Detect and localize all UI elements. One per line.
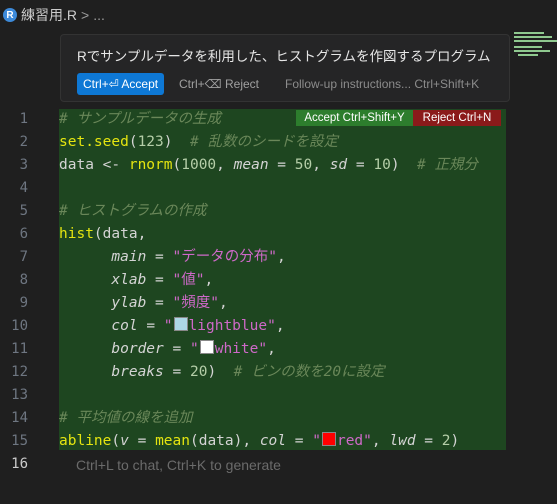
r-file-icon: R — [3, 8, 17, 22]
function-name: mean — [155, 433, 190, 449]
number-literal: 20 — [189, 364, 208, 380]
accept-diff-button[interactable]: Accept Ctrl+Shift+Y — [296, 110, 413, 126]
code-line[interactable]: breaks = 20) # ビンの数を20に設定 — [59, 361, 385, 384]
code-line[interactable]: ylab = "頻度", — [59, 292, 227, 315]
line-number: 14 — [11, 410, 28, 426]
line-number: 9 — [19, 295, 28, 311]
argument: data, — [102, 226, 147, 242]
line-number-active: 16 — [11, 456, 28, 472]
code-line[interactable]: hist(data, — [59, 223, 146, 246]
code-line[interactable]: # サンプルデータの生成 — [59, 108, 221, 131]
line-number: 13 — [11, 387, 28, 403]
param-name: lwd — [389, 433, 416, 449]
param-name: border — [111, 341, 164, 357]
param-name: v — [120, 433, 129, 449]
function-name: rnorm — [128, 157, 173, 173]
line-number: 15 — [11, 433, 28, 449]
breadcrumb-separator: > — [81, 7, 90, 23]
string-literal: red — [336, 433, 364, 449]
code-line[interactable]: main = "データの分布", — [59, 246, 285, 269]
breadcrumb-file[interactable]: 練習用.R — [21, 5, 77, 25]
string-literal: "値" — [172, 272, 205, 288]
param-name: col — [111, 318, 138, 334]
editor-hint: Ctrl+L to chat, Ctrl+K to generate — [76, 457, 281, 473]
param-name: col — [259, 433, 287, 449]
breadcrumb-ellipsis[interactable]: ... — [93, 7, 105, 23]
comment: # サンプルデータの生成 — [59, 111, 222, 127]
number-literal: 50 — [294, 157, 313, 173]
code-line[interactable]: data <- rnorm(1000, mean = 50, sd = 10) … — [59, 154, 506, 177]
number-literal: 1000 — [181, 157, 217, 173]
accept-button[interactable]: Ctrl+⏎ Accept — [77, 73, 165, 95]
function-name: hist — [59, 226, 94, 242]
followup-input[interactable]: Follow-up instructions... Ctrl+Shift+K — [285, 73, 479, 95]
number-literal: 2 — [441, 433, 451, 449]
param-name: breaks — [111, 364, 164, 380]
color-swatch-white[interactable] — [199, 340, 214, 354]
line-number: 12 — [11, 364, 28, 380]
comment: # ヒストグラムの作成 — [59, 203, 207, 219]
prompt-text[interactable]: Rでサンプルデータを利用した、ヒストグラムを作図するプログラム — [77, 45, 491, 65]
comment: # 正規分 — [417, 157, 478, 173]
line-number: 3 — [19, 157, 28, 173]
color-swatch-lightblue[interactable] — [173, 317, 188, 331]
code-line[interactable]: set.seed(123) # 乱数のシードを設定 — [59, 131, 338, 154]
assignment: data <- — [59, 157, 129, 173]
line-number: 4 — [19, 180, 28, 196]
line-number: 11 — [11, 341, 28, 357]
code-line[interactable]: border = " white", — [59, 338, 276, 361]
line-number: 7 — [19, 249, 28, 265]
function-name: abline — [59, 433, 112, 449]
param-name: xlab — [111, 272, 147, 288]
param-name: ylab — [111, 295, 147, 311]
code-line[interactable]: col = " lightblue", — [59, 315, 285, 338]
string-literal: lightblue — [188, 318, 268, 334]
string-literal: "データの分布" — [172, 249, 277, 265]
line-number: 5 — [19, 203, 28, 219]
param-name: sd — [329, 157, 348, 173]
breadcrumb: R 練習用.R > ... — [0, 0, 557, 30]
comment: # 平均値の線を追加 — [59, 410, 193, 426]
color-swatch-red[interactable] — [321, 432, 336, 446]
reject-diff-button[interactable]: Reject Ctrl+N — [413, 110, 501, 126]
line-number: 10 — [11, 318, 28, 334]
line-number: 2 — [19, 134, 28, 150]
string-literal: white — [214, 341, 259, 357]
string-literal: "頻度" — [172, 295, 219, 311]
line-number: 1 — [19, 111, 28, 127]
reject-button[interactable]: Ctrl+⌫ Reject — [179, 73, 259, 95]
line-number: 6 — [19, 226, 28, 242]
code-line[interactable]: # ヒストグラムの作成 — [59, 200, 207, 223]
code-line[interactable]: # 平均値の線を追加 — [59, 407, 192, 430]
line-number: 8 — [19, 272, 28, 288]
code-line[interactable]: abline(v = mean(data), col = " red", lwd … — [59, 430, 459, 453]
param-name: mean — [233, 157, 269, 173]
function-name: set.seed — [59, 134, 129, 150]
comment: # ビンの数を20に設定 — [233, 364, 385, 380]
inline-chat-panel: Rでサンプルデータを利用した、ヒストグラムを作図するプログラム Ctrl+⏎ A… — [60, 34, 510, 102]
code-line[interactable]: xlab = "値", — [59, 269, 213, 292]
number-literal: 10 — [373, 157, 391, 173]
minimap[interactable] — [512, 28, 557, 58]
param-name: main — [111, 249, 147, 265]
number-literal: 123 — [137, 134, 164, 150]
comment: # 乱数のシードを設定 — [189, 134, 338, 150]
